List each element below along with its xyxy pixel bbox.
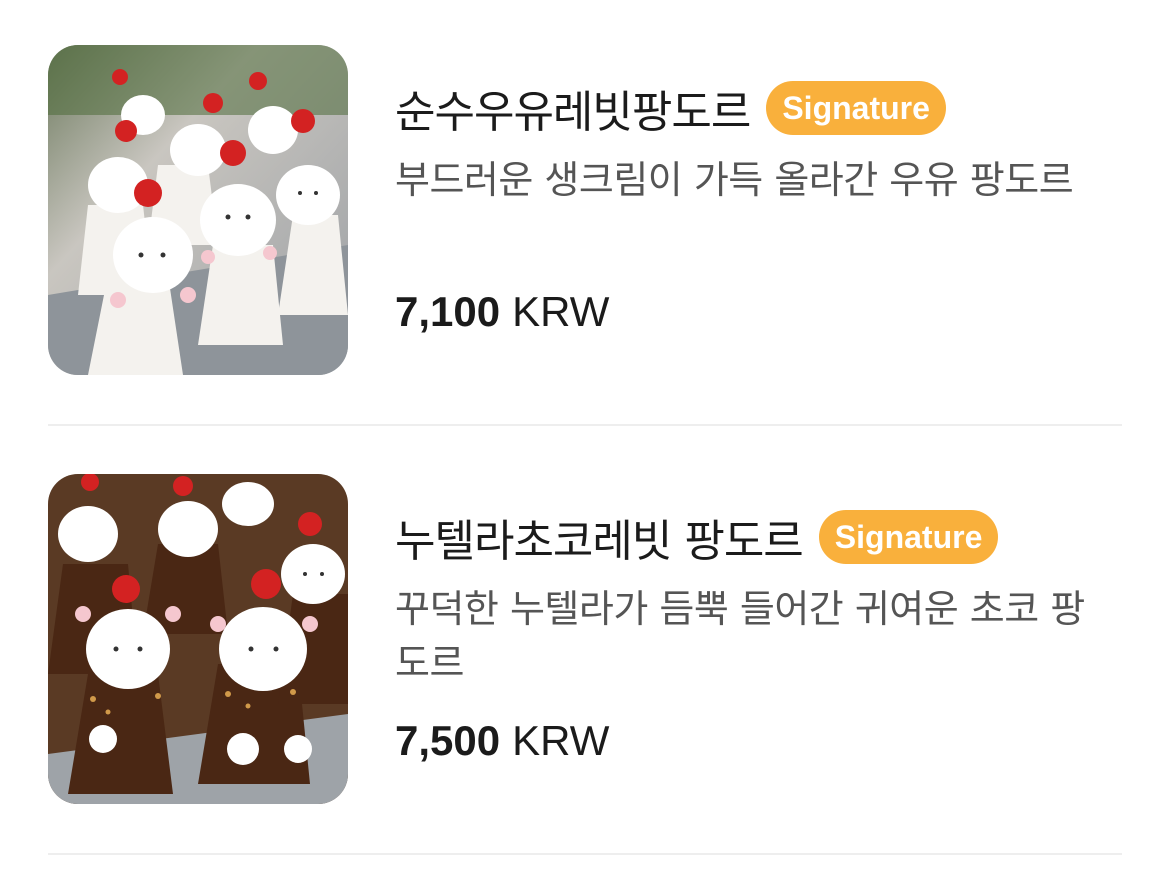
menu-list: 순수우유레빗팡도르 Signature 부드러운 생크림이 가득 올라간 우유 … [0, 0, 1170, 878]
price-amount: 7,500 [395, 717, 501, 764]
milk-rabbit-pandoro-photo [48, 45, 348, 375]
price-amount: 7,100 [395, 288, 501, 335]
item-title: 누텔라초코레빗 팡도르 [395, 516, 804, 567]
item-price: 7,500 KRW [395, 717, 609, 765]
nutella-choco-rabbit-pandoro-photo [48, 474, 348, 804]
product-image-milk-rabbit-pandoro[interactable] [48, 45, 348, 375]
product-image-nutella-choco-rabbit-pandoro[interactable] [48, 474, 348, 804]
menu-item-milk-rabbit-pandoro[interactable]: 순수우유레빗팡도르 Signature 부드러운 생크림이 가득 올라간 우유 … [0, 0, 1170, 430]
item-title: 순수우유레빗팡도르 [395, 87, 751, 138]
price-currency: KRW [512, 288, 610, 335]
item-description: 부드러운 생크림이 가득 올라간 우유 팡도르 [395, 158, 1074, 202]
price-currency: KRW [512, 717, 610, 764]
item-price: 7,100 KRW [395, 288, 609, 336]
signature-badge: Signature [766, 81, 946, 135]
item-divider [48, 424, 1122, 426]
title-row: 누텔라초코레빗 팡도르 Signature [395, 507, 999, 567]
title-row: 순수우유레빗팡도르 Signature [395, 78, 946, 138]
item-description: 꾸덕한 누텔라가 듬뿍 들어간 귀여운 초코 팡도르 [395, 587, 1085, 685]
signature-badge: Signature [818, 510, 999, 564]
item-divider [48, 853, 1122, 855]
menu-item-nutella-choco-rabbit-pandoro[interactable]: 누텔라초코레빗 팡도르 Signature 꾸덕한 누텔라가 듬뿍 들어간 귀여… [0, 429, 1170, 859]
